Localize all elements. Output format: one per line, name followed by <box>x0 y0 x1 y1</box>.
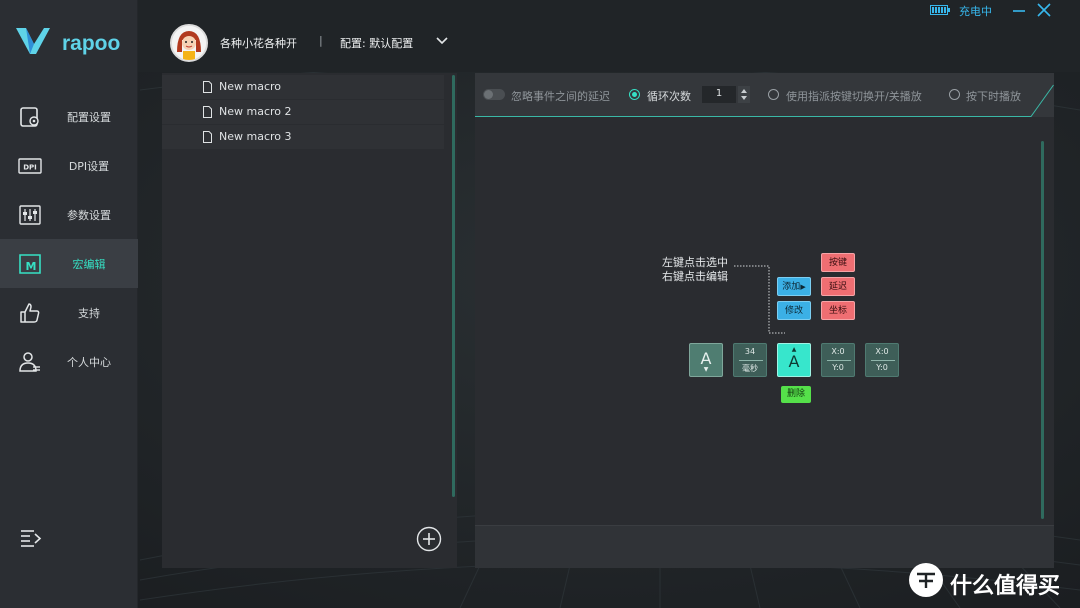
coord-x: X:0 <box>831 347 845 356</box>
profile-settings-icon <box>20 107 39 127</box>
macro-node-coordinate[interactable]: X:0 Y:0 <box>821 343 855 377</box>
options-bar: 忽略事件之间的延迟 循环次数 1 使用指派按键切换开/关播放 按下时播放 <box>475 73 1054 117</box>
header-separator: | <box>319 34 323 47</box>
rapoo-logo: rapoo <box>14 24 134 60</box>
svg-text:DPI: DPI <box>23 164 37 172</box>
sidebar: rapoo 配置设置 DPI DPI设置 参数设置 M 宏编辑 支持 个人中心 <box>0 0 138 608</box>
sliders-icon <box>19 205 41 225</box>
coord-y: Y:0 <box>876 363 888 372</box>
menu-expand-icon[interactable] <box>20 528 42 548</box>
loop-count-radio[interactable] <box>629 89 640 100</box>
node-divider <box>827 360 851 361</box>
macro-name: New macro 2 <box>219 105 292 118</box>
hint-edit: 右键点击编辑 <box>662 270 728 283</box>
sidebar-item-label: 参数设置 <box>67 209 111 222</box>
macro-node-delay[interactable]: 34 毫秒 <box>733 343 767 377</box>
battery-icon <box>930 5 950 15</box>
svg-text:M: M <box>26 260 37 273</box>
macro-icon: M <box>19 254 41 274</box>
macro-name: New macro <box>219 80 282 93</box>
minimize-icon[interactable] <box>1012 1 1026 17</box>
config-selector[interactable]: 配置: 默认配置 <box>340 35 413 51</box>
editor-scrollbar[interactable] <box>1041 141 1044 519</box>
sidebar-item-label: 宏编辑 <box>72 258 106 271</box>
sidebar-item-user-center[interactable]: 个人中心 <box>0 337 138 386</box>
battery-status: 充电中 <box>959 5 992 18</box>
hint-leader-line <box>734 265 785 334</box>
sidebar-item-dpi[interactable]: DPI DPI设置 <box>0 141 138 190</box>
file-icon <box>203 106 212 118</box>
user-icon <box>19 352 40 372</box>
delete-node-button[interactable]: 删除 <box>781 386 811 403</box>
macro-node-key-down[interactable]: A ▼ <box>689 343 723 377</box>
chevron-down-icon[interactable] <box>436 36 448 46</box>
add-node-button[interactable]: 添加▶ <box>777 277 811 296</box>
toggle-play-label: 使用指派按键切换开/关播放 <box>786 90 922 103</box>
sidebar-item-label: 个人中心 <box>67 356 111 369</box>
delay-value: 34 <box>744 347 756 356</box>
sidebar-item-label: 支持 <box>78 307 100 320</box>
sidebar-item-label: DPI设置 <box>68 160 110 173</box>
macro-list-panel: New macro New macro 2 New macro 3 <box>162 73 457 568</box>
close-icon[interactable] <box>1036 2 1052 18</box>
loop-count-stepper[interactable] <box>738 86 750 103</box>
macro-name: New macro 3 <box>219 130 292 143</box>
add-coordinate-button[interactable]: 坐标 <box>821 301 855 320</box>
macro-node-coordinate[interactable]: X:0 Y:0 <box>865 343 899 377</box>
delay-unit: 毫秒 <box>742 364 758 373</box>
username[interactable]: 各种小花各种开 <box>220 35 297 51</box>
sidebar-item-support[interactable]: 支持 <box>0 288 138 337</box>
macro-editor-panel: 忽略事件之间的延迟 循环次数 1 使用指派按键切换开/关播放 按下时播放 左键点… <box>475 73 1054 568</box>
list-item[interactable]: New macro <box>162 75 444 99</box>
hold-play-radio[interactable] <box>949 89 960 100</box>
add-macro-button[interactable] <box>416 526 442 552</box>
watermark-logo-icon <box>909 563 943 597</box>
node-key-label: A <box>788 352 800 371</box>
loop-count-input[interactable]: 1 <box>702 86 736 103</box>
app-window: rapoo 配置设置 DPI DPI设置 参数设置 M 宏编辑 支持 个人中心 … <box>0 0 1080 608</box>
list-item[interactable]: New macro 3 <box>162 125 444 149</box>
watermark: 什么值得买 <box>908 562 1078 599</box>
coord-x: X:0 <box>875 347 889 356</box>
key-down-arrow-icon: ▼ <box>703 366 709 373</box>
dpi-icon: DPI <box>18 158 42 174</box>
sidebar-item-macro[interactable]: M 宏编辑 <box>0 239 138 288</box>
top-bar: 各种小花各种开 | 配置: 默认配置 充电中 <box>138 0 1080 72</box>
thumbs-up-icon <box>20 303 40 323</box>
submenu-arrow-icon: ▶ <box>800 283 806 291</box>
svg-text:rapoo: rapoo <box>62 32 120 55</box>
node-divider <box>739 360 763 361</box>
sidebar-nav: 配置设置 DPI DPI设置 参数设置 M 宏编辑 支持 个人中心 <box>0 92 138 386</box>
list-scrollbar[interactable] <box>452 75 455 497</box>
modify-node-button[interactable]: 修改 <box>777 301 811 320</box>
avatar[interactable] <box>170 24 208 62</box>
file-icon <box>203 131 212 143</box>
hold-play-label: 按下时播放 <box>966 90 1021 103</box>
loop-count-label: 循环次数 <box>647 90 691 103</box>
watermark-text: 什么值得买 <box>950 574 1061 599</box>
toggle-play-radio[interactable] <box>768 89 779 100</box>
macro-node-key-up[interactable]: ▲ A <box>777 343 811 377</box>
file-icon <box>203 81 212 93</box>
sidebar-item-parameters[interactable]: 参数设置 <box>0 190 138 239</box>
add-key-button[interactable]: 按键 <box>821 253 855 272</box>
add-label: 添加 <box>782 282 801 292</box>
sidebar-item-label: 配置设置 <box>67 111 111 124</box>
ignore-delay-label: 忽略事件之间的延迟 <box>511 90 610 103</box>
sidebar-item-profile-settings[interactable]: 配置设置 <box>0 92 138 141</box>
ignore-delay-toggle[interactable] <box>483 89 505 100</box>
add-delay-button[interactable]: 延迟 <box>821 277 855 296</box>
node-divider <box>871 360 895 361</box>
list-item[interactable]: New macro 2 <box>162 100 444 124</box>
coord-y: Y:0 <box>832 363 844 372</box>
